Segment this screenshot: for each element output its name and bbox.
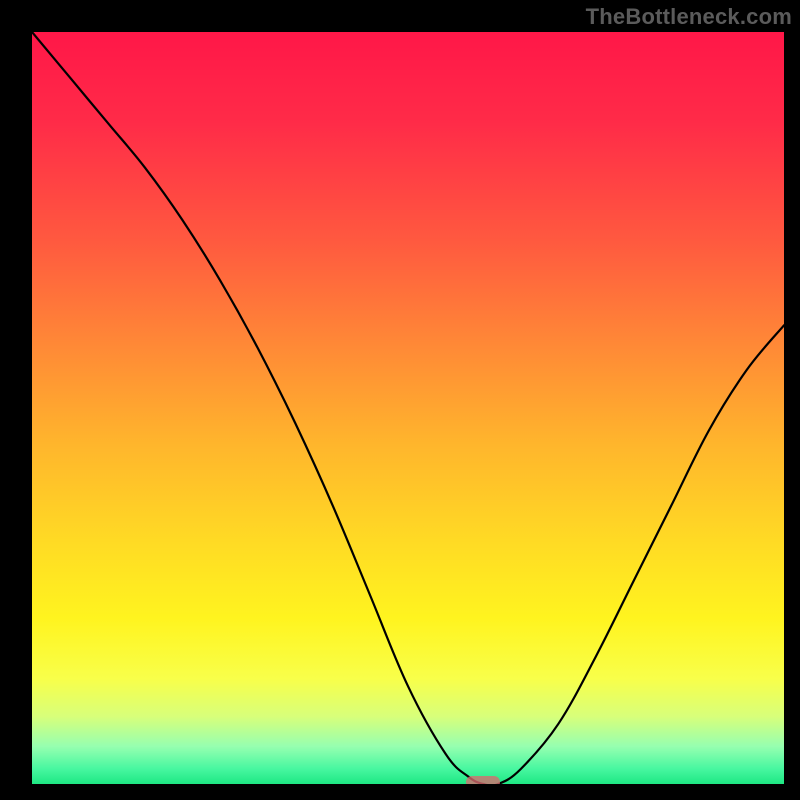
plot-area <box>32 32 784 784</box>
chart-frame: TheBottleneck.com <box>0 0 800 800</box>
min-marker <box>466 776 500 784</box>
curve-svg <box>32 32 784 784</box>
watermark-text: TheBottleneck.com <box>586 4 792 30</box>
bottleneck-curve <box>32 32 784 784</box>
